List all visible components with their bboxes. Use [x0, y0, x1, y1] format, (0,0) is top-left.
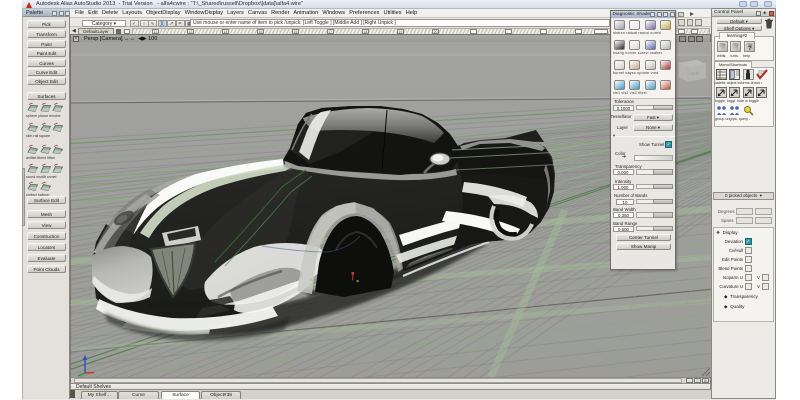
- svg-text:GHT: GHT: [690, 71, 700, 76]
